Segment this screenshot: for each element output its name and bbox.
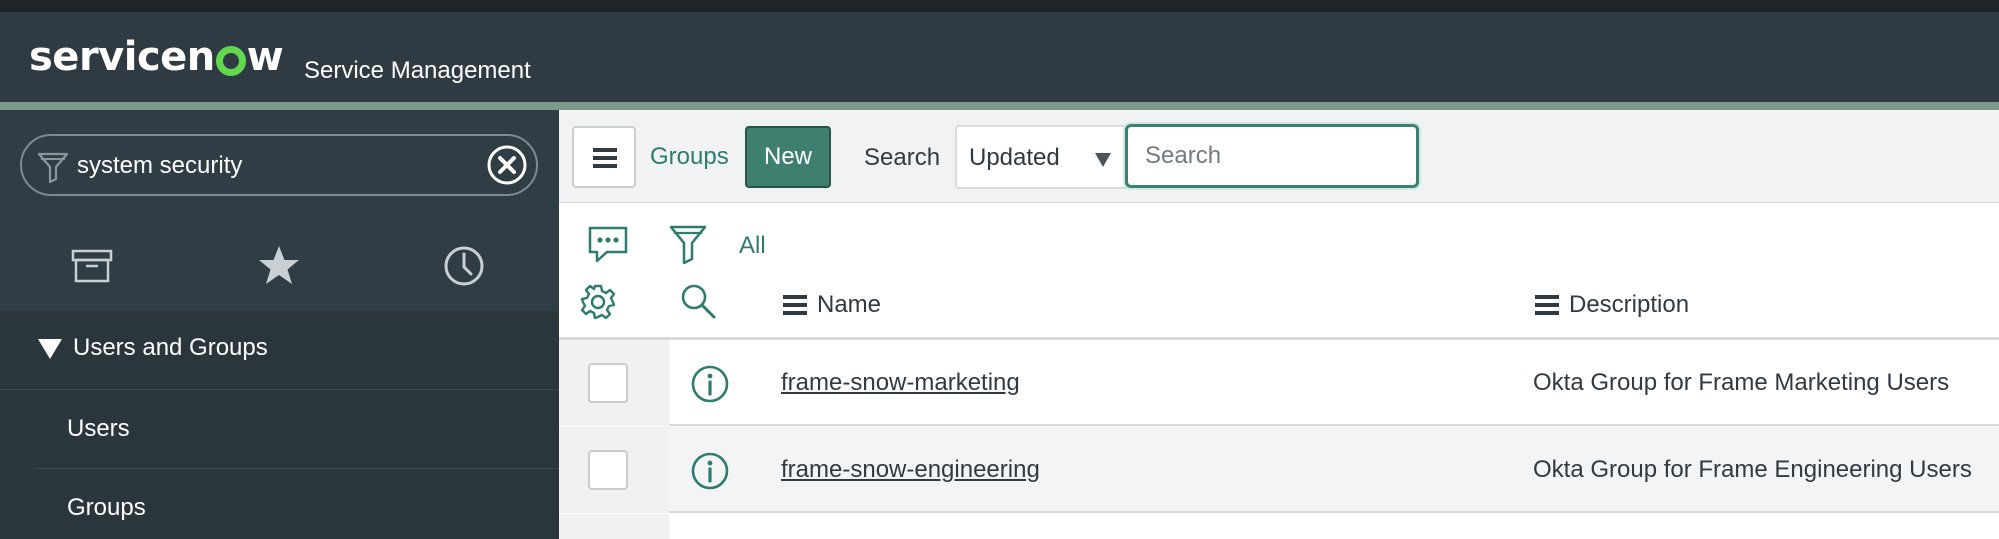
column-menu-icon[interactable] [1535,295,1569,315]
archive-icon[interactable] [68,242,116,290]
row-checkbox[interactable] [588,363,628,403]
app-header: servicen w Service Management [0,12,1999,102]
row-description: Okta Group for Frame Engineering Users [1533,456,1972,483]
gear-icon[interactable] [579,283,617,321]
search-input[interactable] [1125,124,1419,188]
clock-icon[interactable] [440,242,488,290]
row-gutter [559,514,669,539]
funnel-icon[interactable] [669,224,707,266]
search-field-select[interactable]: Updated [955,125,1127,189]
navigator-sidebar: system security Users and Groups Users G… [0,110,559,539]
app-title: Service Management [304,57,531,84]
hamburger-icon-bar [593,156,617,160]
row-checkbox[interactable] [588,450,628,490]
table-row: frame-snow-engineering Okta Group for Fr… [559,427,1999,513]
search-field-selected: Updated [969,144,1060,171]
navigator-filter-field[interactable]: system security [20,134,538,196]
table-row: frame-snow-marketing Okta Group for Fram… [559,340,1999,426]
info-icon[interactable] [690,364,730,404]
column-header-name[interactable]: Name [783,290,881,320]
magnifier-icon[interactable] [679,282,717,320]
list-title[interactable]: Groups [650,142,729,172]
logo-o-glyph [215,46,246,76]
hamburger-icon [593,148,617,152]
window-top-strip [0,0,1999,12]
row-description: Okta Group for Frame Marketing Users [1533,369,1950,396]
nav-item-label: Groups [67,494,146,521]
servicenow-logo[interactable]: servicen w [29,32,284,82]
search-label: Search [864,144,941,171]
chat-bubble-icon[interactable] [587,225,629,265]
nav-item-label: Users [67,415,130,442]
filter-icon [37,152,69,184]
navigator-filter-text[interactable]: system security [77,152,242,180]
list-view: Groups New Search Updated All [559,110,1999,539]
chevron-down-icon [1095,153,1111,167]
header-accent-line [0,102,1999,110]
nav-section-label: Users and Groups [73,334,268,361]
navigator-tabs [0,218,559,311]
info-icon[interactable] [690,451,730,491]
column-header-description[interactable]: Description [1535,290,1689,320]
list-menu-button[interactable] [572,126,636,188]
table-header: Name Description [559,268,1999,340]
breadcrumb-all[interactable]: All [739,231,766,261]
navigator-filter-area: system security [0,110,559,218]
star-icon[interactable] [255,242,303,290]
nav-item-groups[interactable]: Groups [34,469,559,539]
nav-item-users[interactable]: Users [34,390,559,469]
column-menu-icon[interactable] [783,295,817,315]
list-toolbar: Groups New Search Updated [559,110,1999,203]
nav-section-users-and-groups[interactable]: Users and Groups [0,311,559,390]
row-name-link[interactable]: frame-snow-engineering [781,455,1040,485]
caret-down-icon [38,339,62,359]
row-name-link[interactable]: frame-snow-marketing [781,368,1020,398]
clear-circle-icon[interactable] [486,144,528,186]
hamburger-icon-bar [593,164,617,168]
new-button[interactable]: New [745,126,831,188]
